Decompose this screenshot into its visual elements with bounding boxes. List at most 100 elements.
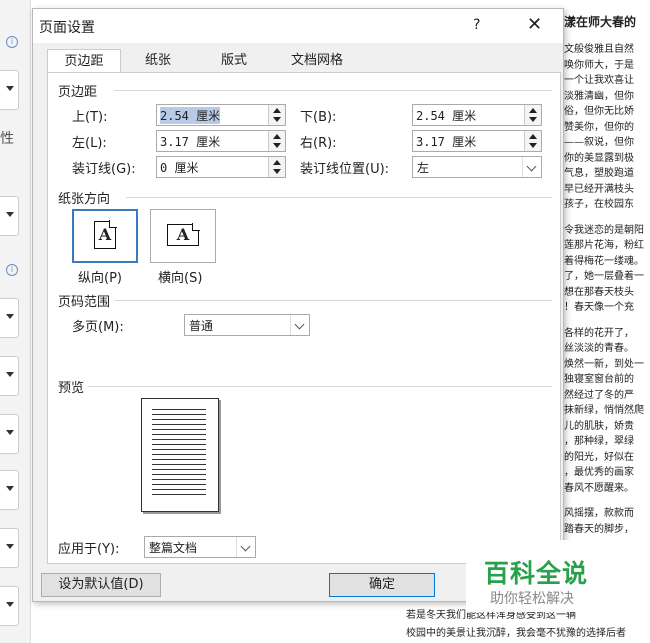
document-line: 儿的肌肤，娇贵: [564, 420, 634, 432]
apply-to-label: 应用于(Y):: [58, 542, 120, 557]
orientation-section-title: 纸张方向: [58, 192, 111, 207]
document-line: ，最优秀的画家: [564, 467, 634, 478]
spinner-buttons[interactable]: [524, 105, 541, 125]
top-margin-value[interactable]: 2.54 厘米: [160, 107, 221, 124]
arrow-up-icon[interactable]: [273, 108, 281, 113]
document-line: 焕然一新，到处一: [564, 358, 644, 370]
landscape-option[interactable]: A: [150, 209, 216, 263]
set-default-button[interactable]: 设为默认值(D): [41, 573, 161, 597]
portrait-option[interactable]: A: [72, 209, 138, 263]
document-line: 你的美显露到极: [564, 152, 634, 164]
portrait-label[interactable]: 纵向(P): [78, 267, 122, 286]
sidebar-dropdown-1[interactable]: [0, 70, 19, 110]
bottom-margin-value[interactable]: 2.54 厘米: [416, 107, 476, 124]
document-line: 令我迷恋的是朝阳: [564, 224, 644, 236]
gutter-position-value: 左: [417, 161, 430, 175]
watermark: 百科全说 助你轻松解决: [466, 540, 616, 612]
document-line: 文般俊雅且自然: [564, 44, 634, 55]
spinner-buttons[interactable]: [268, 157, 285, 177]
chevron-down-icon: [6, 212, 14, 217]
chevron-down-icon: [6, 486, 14, 491]
right-margin-value[interactable]: 3.17 厘米: [416, 133, 476, 150]
spinner-buttons[interactable]: [524, 131, 541, 151]
top-margin-spinner[interactable]: 2.54 厘米: [156, 104, 286, 126]
help-icon[interactable]: ?: [473, 17, 480, 33]
info-icon[interactable]: i: [6, 36, 18, 48]
preview-text-line: [152, 419, 206, 420]
sidebar-dropdown-2[interactable]: [0, 196, 19, 236]
sidebar-dropdown-5[interactable]: [0, 414, 19, 454]
sidebar-dropdown-7[interactable]: [0, 528, 19, 568]
preview-text-line: [152, 449, 206, 450]
sidebar-partial-label: 性: [0, 131, 14, 147]
document-line: 着得梅花一缕魂。: [564, 255, 644, 267]
document-line: 俗，但你无比娇: [564, 106, 634, 117]
gutter-position-select[interactable]: 左: [412, 156, 542, 178]
close-icon[interactable]: ✕: [527, 14, 542, 35]
margins-section-title: 页边距: [58, 85, 98, 100]
preview-text-line: [152, 464, 206, 465]
tab-paper[interactable]: 纸张: [135, 49, 181, 73]
top-margin-label: 上(T):: [72, 110, 108, 125]
info-icon[interactable]: i: [6, 264, 18, 276]
document-line: 春风不愿醒来。: [564, 482, 634, 494]
tab-margins[interactable]: 页边距: [47, 49, 121, 74]
preview-text-line: [152, 474, 206, 475]
arrow-down-icon[interactable]: [529, 143, 537, 148]
document-line: 丝淡淡的青春。: [564, 343, 634, 354]
preview-text-line: [152, 434, 206, 435]
arrow-down-icon[interactable]: [273, 143, 281, 148]
spinner-buttons[interactable]: [268, 131, 285, 151]
arrow-down-icon[interactable]: [273, 117, 281, 122]
document-line: 一个让我欢喜让: [564, 75, 634, 86]
chevron-down-icon[interactable]: [522, 157, 541, 177]
document-line: 孩子，在校园东: [564, 199, 634, 210]
arrow-up-icon[interactable]: [529, 134, 537, 139]
document-line: 抹新绿，悄悄然爬: [564, 405, 644, 416]
left-margin-spinner[interactable]: 3.17 厘米: [156, 130, 286, 152]
arrow-up-icon[interactable]: [273, 134, 281, 139]
watermark-subtitle: 助你轻松解决: [490, 591, 574, 607]
sidebar-dropdown-3[interactable]: [0, 298, 19, 338]
preview-page: [141, 398, 219, 512]
chevron-down-icon: [6, 372, 14, 377]
apply-to-select[interactable]: 整篇文档: [144, 536, 256, 558]
tab-doc-grid[interactable]: 文档网格: [281, 49, 353, 73]
document-line: 各样的花开了，: [564, 327, 634, 339]
multiple-pages-label: 多页(M):: [72, 320, 124, 335]
tab-layout[interactable]: 版式: [211, 49, 257, 73]
dialog-titlebar[interactable]: 页面设置 ? ✕: [33, 9, 563, 43]
left-margin-value[interactable]: 3.17 厘米: [160, 133, 220, 150]
arrow-up-icon[interactable]: [529, 108, 537, 113]
document-line: 唤你师大，于是: [564, 59, 634, 71]
arrow-down-icon[interactable]: [529, 117, 537, 122]
left-sidebar: i 性 i: [0, 0, 31, 643]
document-line: 早已经开满枝头: [564, 183, 634, 195]
document-line: 然经过了冬的严: [564, 389, 634, 401]
bottom-margin-spinner[interactable]: 2.54 厘米: [412, 104, 542, 126]
landscape-label[interactable]: 横向(S): [158, 267, 202, 286]
sidebar-dropdown-4[interactable]: [0, 356, 19, 396]
document-line: 独寝室窗台前的: [564, 374, 634, 385]
arrow-up-icon[interactable]: [273, 160, 281, 165]
multiple-pages-select[interactable]: 普通: [184, 314, 310, 336]
chevron-down-icon: [6, 430, 14, 435]
preview-text-line: [152, 459, 206, 460]
spinner-buttons[interactable]: [268, 105, 285, 125]
right-margin-label: 右(R):: [300, 136, 337, 151]
ok-button[interactable]: 确定: [329, 573, 435, 597]
chevron-down-icon[interactable]: [236, 537, 255, 557]
arrow-down-icon[interactable]: [273, 169, 281, 174]
gutter-value[interactable]: 0 厘米: [160, 159, 198, 176]
sidebar-dropdown-6[interactable]: [0, 470, 19, 510]
preview-text-line: [152, 424, 206, 425]
preview-text-line: [152, 429, 206, 430]
preview-section-title: 预览: [58, 381, 85, 396]
document-line: ，那种绿，翠绿: [564, 436, 634, 447]
document-title: 漾在师大春的: [564, 15, 637, 29]
right-margin-spinner[interactable]: 3.17 厘米: [412, 130, 542, 152]
chevron-down-icon: [6, 314, 14, 319]
sidebar-dropdown-8[interactable]: [0, 586, 19, 626]
chevron-down-icon[interactable]: [290, 315, 309, 335]
gutter-spinner[interactable]: 0 厘米: [156, 156, 286, 178]
